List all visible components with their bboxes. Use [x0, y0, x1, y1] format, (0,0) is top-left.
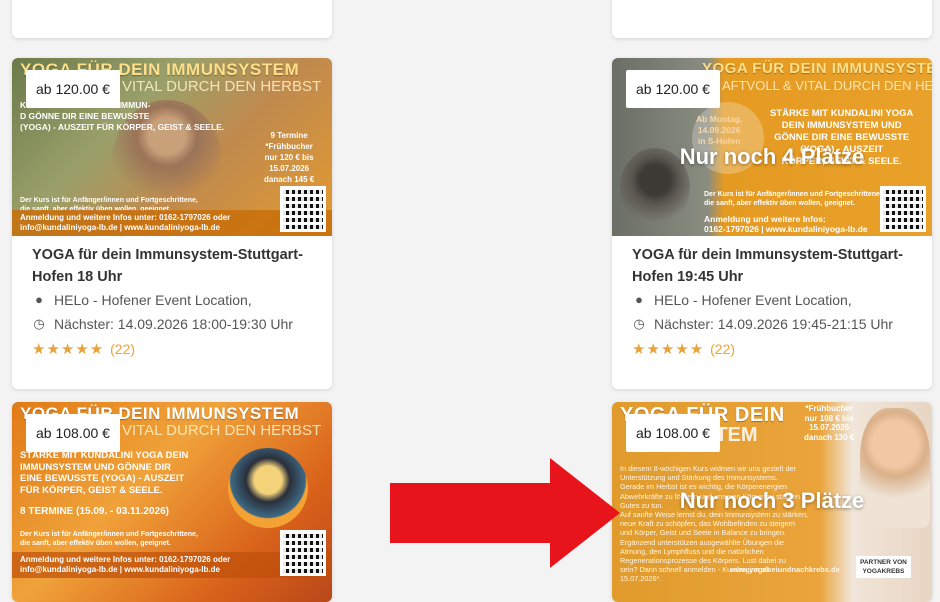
course-title[interactable]: YOGA für dein Immunsystem-Stuttgart-Hofe…: [632, 244, 912, 288]
image-banner-subtitle: VITAL DURCH DEN HERBST: [122, 78, 322, 95]
course-card[interactable]: YOGA FÜR DEIN IMMUNSYSTEM VITAL DURCH DE…: [12, 58, 332, 389]
rating-stars-icon: ★★★★★: [632, 341, 705, 358]
next-date-text: Nächster: 14.09.2026 18:00-19:30 Uhr: [54, 316, 293, 332]
image-note: Der Kurs ist für Anfänger/innen und Fort…: [20, 531, 198, 547]
course-image[interactable]: YOGA FÜR DEIN IMMUNSYSTEM AFTVOLL & VITA…: [612, 58, 932, 236]
image-side-text: *Frühbucher nur 108 € bis 15.07.2026 dan…: [804, 404, 855, 442]
course-image[interactable]: YOGA FÜR DEIN IMMUNSYSTEM VITAL DURCH DE…: [12, 58, 332, 236]
arrow-right-icon: [390, 458, 620, 568]
image-side-text: 9 Termine *Frühbucher nur 120 € bis 15.0…: [264, 131, 315, 184]
price-badge: ab 120.00 €: [626, 70, 720, 108]
clock-icon: ◷: [33, 316, 45, 331]
next-date-row: ◷ Nächster: 14.09.2026 18:00-19:30 Uhr: [32, 312, 312, 336]
course-card[interactable]: YOGA FÜR DEIN IMMUNSYSTEM AFTVOLL & VITA…: [612, 58, 932, 389]
clock-icon: ◷: [633, 316, 645, 331]
image-note: Der Kurs ist für Anfänger/innen und Fort…: [704, 191, 882, 207]
qr-code: [280, 186, 326, 232]
image-banner-title: YOGA FÜR DEIN IMMUNSYSTEM: [702, 60, 932, 77]
availability-overlay: Nur noch 3 Plätze: [679, 488, 865, 513]
location-text: HELo - Hofener Event Location,: [654, 292, 852, 308]
price-badge: ab 108.00 €: [26, 414, 120, 452]
course-card[interactable]: YOGA FÜR DEIN STEM In diesem 8-wöchigen …: [612, 402, 932, 602]
course-image[interactable]: YOGA FÜR DEIN STEM In diesem 8-wöchigen …: [612, 402, 932, 602]
map-pin-icon: ●: [635, 292, 643, 307]
rating-count: (22): [710, 341, 736, 357]
location-row: ● HELo - Hofener Event Location,: [32, 288, 312, 312]
qr-code: [280, 530, 326, 576]
card-stub-left[interactable]: [12, 0, 332, 38]
image-footer: www.yogabeiundnachkrebs.de: [730, 565, 840, 574]
availability-overlay: Nur noch 4 Plätze: [679, 144, 865, 169]
card-stub-right[interactable]: [612, 0, 932, 38]
next-date-text: Nächster: 14.09.2026 19:45-21:15 Uhr: [654, 316, 893, 332]
partner-logo: PARTNER VON YOGAKREBS: [856, 556, 911, 578]
image-banner-subtitle: VITAL DURCH DEN HERBST: [122, 422, 322, 439]
image-description: STÄRKE MIT KUNDALINI YOGA DEIN IMMUNSYST…: [20, 450, 189, 496]
yoga-person-photo: [228, 448, 308, 528]
course-card[interactable]: YOGA FÜR DEIN IMMUNSYSTEM VITAL DURCH DE…: [12, 402, 332, 602]
image-side-text: 8 TERMINE (15.09. - 03.11.2026): [20, 506, 169, 517]
location-row: ● HELo - Hofener Event Location,: [632, 288, 912, 312]
rating-count: (22): [110, 341, 136, 357]
course-image[interactable]: YOGA FÜR DEIN IMMUNSYSTEM VITAL DURCH DE…: [12, 402, 332, 602]
image-banner-subtitle: AFTVOLL & VITAL DURCH DEN HERBST: [722, 78, 932, 93]
price-badge: ab 108.00 €: [626, 414, 720, 452]
image-footer: Anmeldung und weitere Infos: 0162-179702…: [704, 214, 868, 234]
next-date-row: ◷ Nächster: 14.09.2026 19:45-21:15 Uhr: [632, 312, 912, 336]
image-side-text: Ab Montag, 14.09.2026 in S-Hofen: [696, 114, 743, 146]
rating: ★★★★★ (22): [632, 338, 912, 361]
course-title[interactable]: YOGA für dein Immunsystem-Stuttgart-Hofe…: [32, 244, 312, 288]
rating: ★★★★★ (22): [32, 338, 312, 361]
qr-code: [880, 186, 926, 232]
map-pin-icon: ●: [35, 292, 43, 307]
location-text: HELo - Hofener Event Location,: [54, 292, 252, 308]
price-badge: ab 120.00 €: [26, 70, 120, 108]
rating-stars-icon: ★★★★★: [32, 341, 105, 358]
